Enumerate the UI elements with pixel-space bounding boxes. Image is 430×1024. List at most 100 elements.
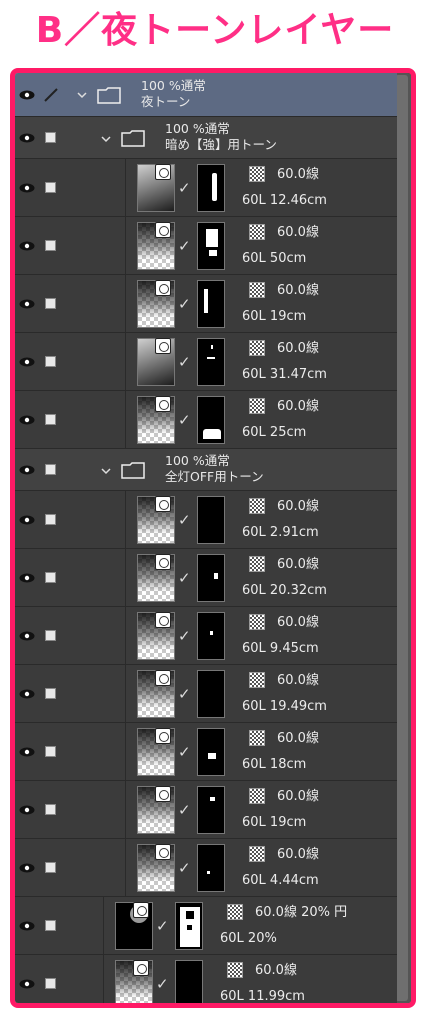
lock-checkbox[interactable] [45,514,56,525]
mask-link-check-icon: ✓ [156,975,169,993]
eye-icon[interactable] [19,573,35,583]
tone-layer-row[interactable]: ✓ 60.0線 60L 31.47cm [15,333,397,391]
tone-layer-row[interactable]: ✓ 60.0線 60L 12.46cm [15,159,397,217]
lock-checkbox[interactable] [45,688,56,699]
eye-icon[interactable] [19,183,35,193]
tone-pattern-icon [227,962,243,978]
eye-icon[interactable] [19,747,35,757]
eye-icon[interactable] [19,921,35,931]
lock-checkbox[interactable] [45,920,56,931]
folder-icon [121,130,145,147]
tone-layer-icon [155,164,171,180]
mask-link-check-icon: ✓ [156,917,169,935]
eye-icon[interactable] [19,241,35,251]
group-name-label: 暗め【強】用トーン [165,137,277,152]
tone-layer-row[interactable]: ✓ 60.0線 60L 25cm [15,391,397,449]
layer-group-dark-tone[interactable]: 100 %通常 暗め【強】用トーン [15,117,397,159]
group-name-label: 全灯OFF用トーン [165,469,264,484]
tone-layer-row[interactable]: ✓ 60.0線 20% 円 60L 20% [15,897,397,955]
tone-setting-label: 60.0線 [277,789,319,804]
lock-checkbox[interactable] [45,298,56,309]
eye-icon[interactable] [19,465,35,475]
lock-checkbox[interactable] [45,356,56,367]
eye-icon[interactable] [19,515,35,525]
pen-icon[interactable] [43,87,59,103]
layer-mask-thumbnail [197,728,225,776]
tone-layer-row[interactable]: ✓ 60.0線 60L 19.49cm [15,665,397,723]
lock-checkbox[interactable] [45,464,56,475]
lock-checkbox[interactable] [45,630,56,641]
eye-icon[interactable] [19,357,35,367]
mask-link-check-icon: ✓ [178,237,191,255]
layer-info-label: 60L 12.46cm [242,193,327,208]
tone-layer-row[interactable]: ✓ 60.0線 60L 11.99cm [15,955,397,1004]
layer-info-label: 60L 19cm [242,309,307,324]
lock-checkbox[interactable] [45,862,56,873]
layer-info-label: 60L 20.32cm [242,583,327,598]
layer-mask-thumbnail [197,338,225,386]
eye-icon[interactable] [19,133,35,143]
layer-panel: 100 %通常 夜トーン 100 %通常 暗め【強】用トーン ✓ 60.0線 6… [10,68,416,1008]
eye-icon[interactable] [19,979,35,989]
layer-mask-thumbnail [197,612,225,660]
layer-mask-thumbnail [197,844,225,892]
layer-info-label: 60L 11.99cm [220,989,305,1004]
tone-layer-row[interactable]: ✓ 60.0線 60L 18cm [15,723,397,781]
lock-checkbox[interactable] [45,240,56,251]
lock-checkbox[interactable] [45,572,56,583]
tone-setting-label: 60.0線 20% 円 [255,905,348,920]
lock-checkbox[interactable] [45,182,56,193]
eye-icon[interactable] [19,90,35,100]
eye-icon[interactable] [19,415,35,425]
page-title: B／夜トーンレイヤー [35,10,395,51]
eye-icon[interactable] [19,805,35,815]
tone-layer-icon [155,280,171,296]
tone-layer-row[interactable]: ✓ 60.0線 60L 20.32cm [15,549,397,607]
tone-layer-row[interactable]: ✓ 60.0線 60L 2.91cm [15,491,397,549]
tone-layer-icon [155,338,171,354]
tone-layer-row[interactable]: ✓ 60.0線 60L 4.44cm [15,839,397,897]
eye-icon[interactable] [19,689,35,699]
lock-checkbox[interactable] [45,746,56,757]
folder-icon [121,462,145,479]
chevron-down-icon[interactable] [101,134,111,144]
mask-link-check-icon: ✓ [178,353,191,371]
layer-mask-thumbnail [197,554,225,602]
lock-checkbox[interactable] [45,414,56,425]
layer-mask-thumbnail [197,164,225,212]
tone-layer-row[interactable]: ✓ 60.0線 60L 19cm [15,275,397,333]
eye-icon[interactable] [19,299,35,309]
mask-link-check-icon: ✓ [178,569,191,587]
layer-mask-thumbnail [175,902,203,950]
chevron-down-icon[interactable] [101,466,111,476]
lock-checkbox[interactable] [45,978,56,989]
tone-pattern-icon [249,556,265,572]
tone-setting-label: 60.0線 [255,963,297,978]
tone-pattern-icon [249,224,265,240]
chevron-down-icon[interactable] [77,90,87,100]
tone-setting-label: 60.0線 [277,283,319,298]
mask-link-check-icon: ✓ [178,859,191,877]
layer-group-night-tone[interactable]: 100 %通常 夜トーン [15,73,397,117]
mask-link-check-icon: ✓ [178,511,191,529]
tone-layer-row[interactable]: ✓ 60.0線 60L 19cm [15,781,397,839]
mask-link-check-icon: ✓ [178,411,191,429]
eye-icon[interactable] [19,863,35,873]
lock-checkbox[interactable] [45,132,56,143]
layer-info-label: 60L 50cm [242,251,307,266]
group-name-label: 夜トーン [141,94,191,109]
tone-layer-icon [133,960,149,976]
tone-setting-label: 60.0線 [277,731,319,746]
tone-layer-row[interactable]: ✓ 60.0線 60L 9.45cm [15,607,397,665]
tone-layer-icon [155,786,171,802]
layer-mask-thumbnail [175,960,203,1003]
tone-layer-row[interactable]: ✓ 60.0線 60L 50cm [15,217,397,275]
tone-layer-icon [133,902,149,918]
tone-setting-label: 60.0線 [277,167,319,182]
layer-group-all-lights-off-tone[interactable]: 100 %通常 全灯OFF用トーン [15,449,397,491]
eye-icon[interactable] [19,631,35,641]
layer-mask-thumbnail [197,280,225,328]
group-blend-label: 100 %通常 [165,453,230,468]
lock-checkbox[interactable] [45,804,56,815]
tone-layer-icon [155,496,171,512]
